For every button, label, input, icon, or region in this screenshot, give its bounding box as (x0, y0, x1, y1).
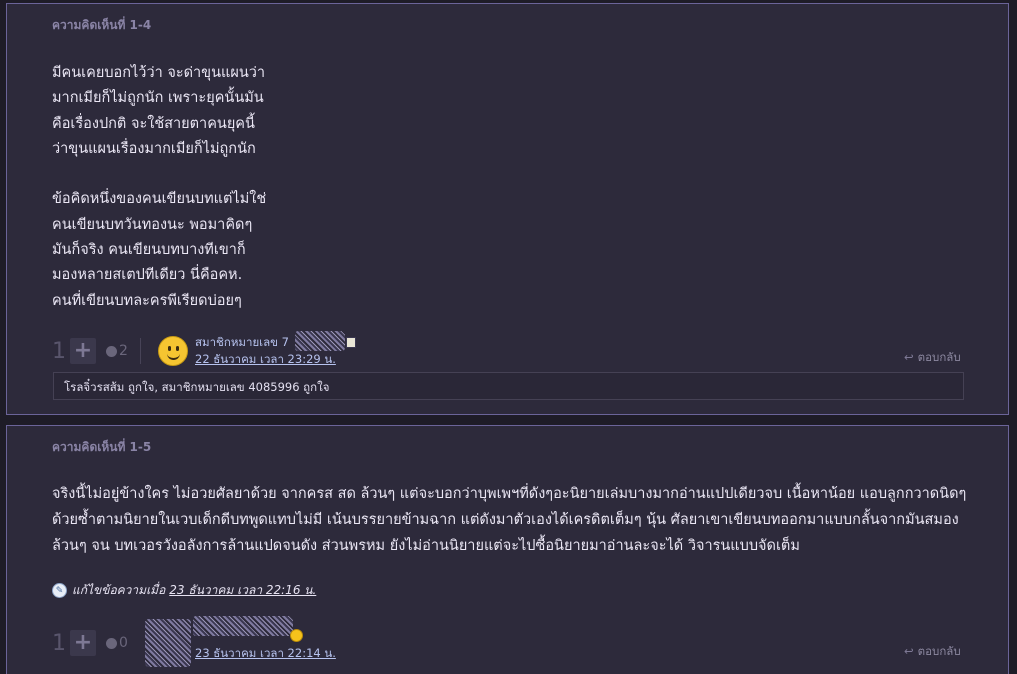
reply-button[interactable]: ↩ ตอบกลับ (904, 349, 961, 367)
reply-button[interactable]: ↩ ตอบกลับ (904, 643, 961, 661)
vote-count: 1 (52, 630, 66, 656)
emotion-count: 2 (119, 343, 128, 359)
vote-row: 1 + 2 (52, 336, 141, 366)
reply-arrow-icon: ↩ (904, 350, 914, 364)
vote-plus-button[interactable]: + (70, 630, 96, 656)
smiley-avatar[interactable] (158, 336, 188, 366)
comment-body: มีคนเคยบอกไว้ว่า จะด่าขุนแผนว่า มากเมียก… (52, 65, 267, 309)
reply-arrow-icon: ↩ (904, 644, 914, 658)
edit-date[interactable]: 23 ธันวาคม เวลา 22:16 น. (169, 581, 316, 600)
pixelated-avatar[interactable] (145, 619, 191, 667)
laugh-emoji-icon (290, 629, 303, 642)
plus-icon: + (73, 630, 93, 655)
edit-note: ✎ แก้ไขข้อความเมื่อ 23 ธันวาคม เวลา 22:1… (52, 581, 316, 600)
plus-icon: + (73, 338, 93, 363)
divider (139, 338, 141, 364)
pixelated-username (295, 331, 345, 351)
vote-count: 1 (52, 338, 66, 364)
member-badge-icon (346, 337, 356, 348)
edit-info-icon: ✎ (52, 583, 67, 598)
reply-label: ตอบกลับ (917, 644, 961, 658)
vote-row: 1 + 0 (52, 628, 128, 658)
emotion-count: 0 (119, 635, 128, 651)
emotion-icon[interactable] (106, 345, 117, 357)
author-name[interactable]: สมาชิกหมายเลข 7 (195, 334, 289, 352)
reply-label: ตอบกลับ (917, 350, 961, 364)
comment-date[interactable]: 23 ธันวาคม เวลา 22:14 น. (195, 645, 336, 663)
pixelated-username (193, 616, 293, 636)
comment-title: ความคิดเห็นที่ 1-4 (52, 18, 152, 32)
vote-plus-button[interactable]: + (70, 338, 96, 364)
emotion-icon[interactable] (106, 637, 117, 649)
comment-title: ความคิดเห็นที่ 1-5 (52, 440, 152, 454)
comment-date[interactable]: 22 ธันวาคม เวลา 23:29 น. (195, 351, 336, 369)
comment-card-1-5: ความคิดเห็นที่ 1-5 จริงนี้ไม่อยู่ข้างใคร… (6, 425, 1009, 674)
edit-label: แก้ไขข้อความเมื่อ (72, 583, 166, 597)
comment-body: จริงนี้ไม่อยู่ข้างใคร ไม่อวยศัลยาด้วย จา… (52, 486, 967, 554)
likes-bar[interactable]: โรลจิ๋วรสส้ม ถูกใจ, สมาชิกหมายเลข 408599… (53, 372, 964, 400)
comment-card-1-4: ความคิดเห็นที่ 1-4 มีคนเคยบอกไว้ว่า จะด่… (6, 3, 1009, 415)
